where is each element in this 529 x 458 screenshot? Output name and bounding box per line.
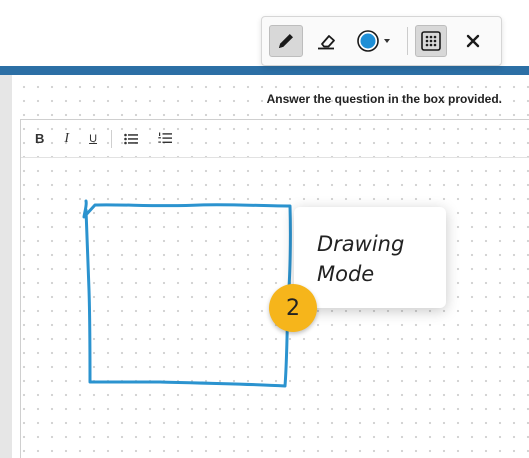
drawing-mode-callout: Drawing Mode xyxy=(294,207,446,308)
step-number-badge: 2 xyxy=(269,284,317,332)
hand-drawn-square xyxy=(82,199,292,388)
callout-label: Drawing Mode xyxy=(317,232,405,286)
drawing-canvas[interactable] xyxy=(0,0,529,458)
